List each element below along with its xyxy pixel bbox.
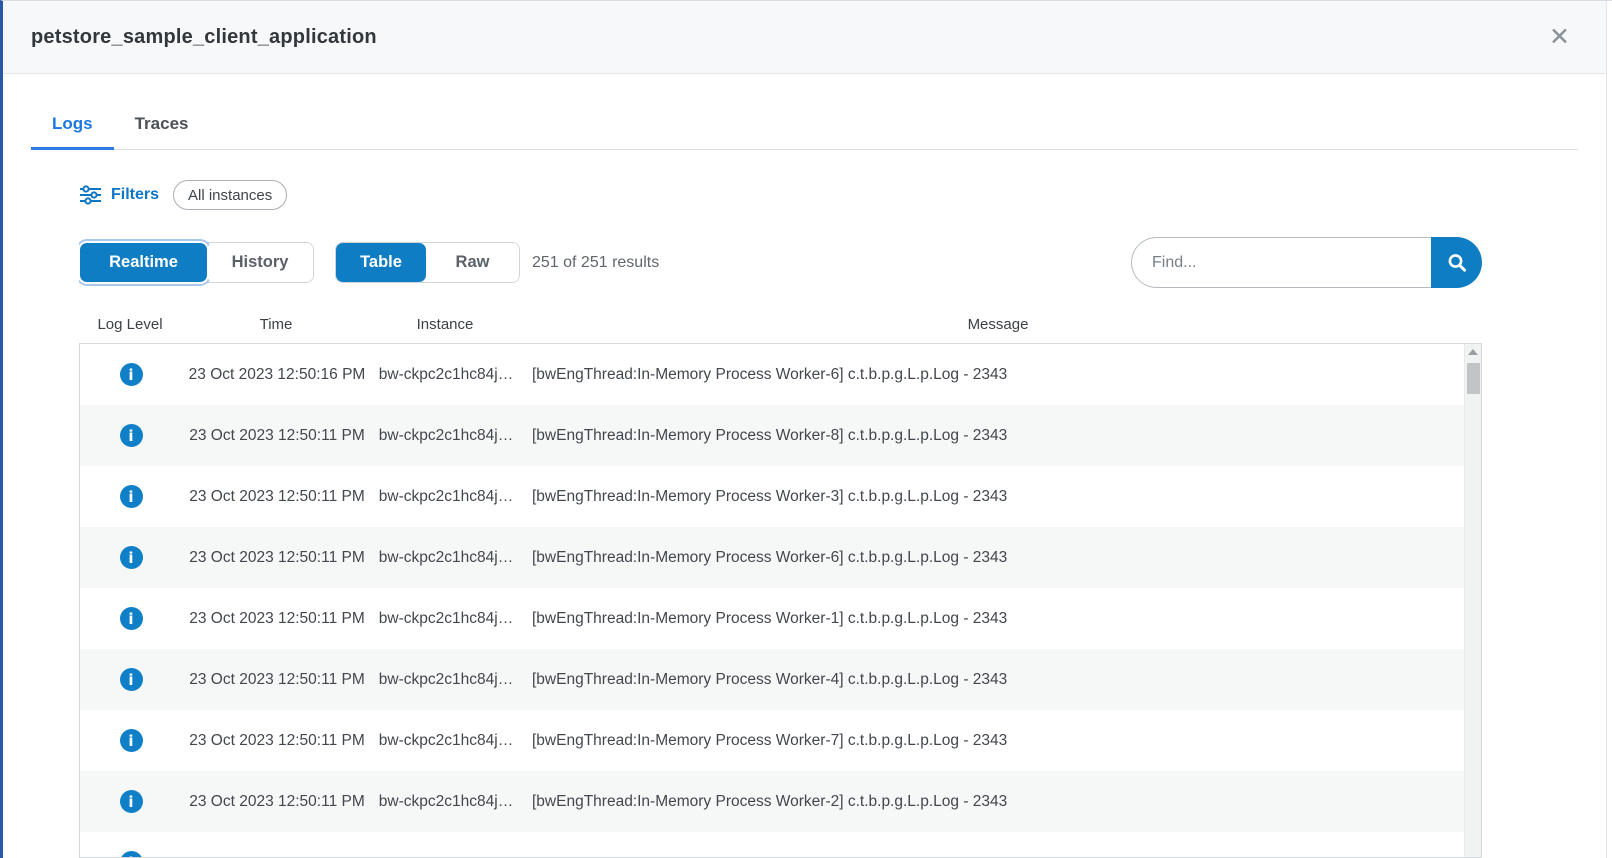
log-level-cell: i	[80, 668, 182, 691]
view-toggle-group: Table Raw	[335, 242, 520, 283]
info-icon: i	[120, 851, 143, 858]
time-cell: 23 Oct 2023 12:50:11 PM	[182, 793, 372, 811]
page-title: petstore_sample_client_application	[31, 26, 377, 49]
sliders-icon	[79, 185, 102, 205]
column-header-time: Time	[181, 316, 371, 333]
message-cell: [bwEngThread:In-Memory Process Worker-6]…	[520, 549, 1464, 567]
table-row[interactable]: i 23 Oct 2023 12:50:11 PMbw-ckpc2c1hc84j……	[80, 771, 1464, 832]
message-cell: [bwEngThread:In-Memory Process Worker-2]…	[520, 793, 1464, 811]
table-row[interactable]: i 23 Oct 2023 12:50:11 PMbw-ckpc2c1hc84j……	[80, 588, 1464, 649]
message-cell: [bwEngThread:In-Memory Process Worker-7]…	[520, 732, 1464, 750]
message-cell: [bwEngThread:In-Memory Process Worker-4]…	[520, 671, 1464, 689]
table-row[interactable]: i 23 Oct 2023 12:50:11 PMbw-ckpc2c1hc84j……	[80, 405, 1464, 466]
log-level-cell: i	[80, 607, 182, 630]
info-icon: i	[120, 485, 143, 508]
raw-button[interactable]: Raw	[426, 243, 519, 282]
scroll-up-icon[interactable]	[1465, 344, 1481, 360]
instance-cell: bw-ckpc2c1hc84j…	[372, 549, 520, 567]
info-icon: i	[120, 668, 143, 691]
log-level-cell: i	[80, 485, 182, 508]
time-cell: 23 Oct 2023 12:50:16 PM	[182, 366, 372, 384]
time-cell: 23 Oct 2023 12:50:11 PM	[182, 427, 372, 445]
filters-row: Filters All instances	[79, 180, 1482, 210]
message-cell: [bwEngThread:In-Memory Process Worker-1]…	[520, 610, 1464, 628]
time-cell: 23 Oct 2023 12:50:11 PM	[182, 671, 372, 689]
search-button[interactable]	[1431, 237, 1482, 288]
all-instances-chip[interactable]: All instances	[173, 180, 287, 210]
log-level-cell: i	[80, 851, 182, 858]
instance-cell: bw-ckpc2c1hc84j…	[372, 427, 520, 445]
filters-button[interactable]: Filters	[79, 185, 159, 205]
column-header-message: Message	[519, 316, 1465, 333]
scrollbar-thumb[interactable]	[1467, 363, 1480, 394]
search-box	[1131, 237, 1482, 288]
results-count: 251 of 251 results	[532, 254, 659, 272]
info-icon: i	[120, 729, 143, 752]
table-row[interactable]: i 23 Oct 2023 12:50:11 PMbw-ckpc2c1hc84j……	[80, 466, 1464, 527]
table-scrollbar[interactable]	[1464, 344, 1481, 857]
log-level-cell: i	[80, 546, 182, 569]
table-header-row: Log Level Time Instance Message	[79, 316, 1482, 333]
instance-cell: bw-ckpc2c1hc84j…	[372, 488, 520, 506]
message-cell: [bwEngThread:In-Memory Process Worker-8]…	[520, 427, 1464, 445]
realtime-button[interactable]: Realtime	[80, 243, 207, 282]
time-cell: 23 Oct 2023 12:50:11 PM	[182, 732, 372, 750]
instance-cell: bw-ckpc2c1hc84j…	[372, 610, 520, 628]
close-icon[interactable]: ✕	[1541, 21, 1578, 54]
controls-row: Realtime History Table Raw 251 of 251 re…	[79, 237, 1482, 288]
instance-cell: bw-ckpc2c1hc84j…	[372, 671, 520, 689]
table-row[interactable]: i 23 Oct 2023 12:50:16 PMbw-ckpc2c1hc84j……	[80, 344, 1464, 405]
message-cell: [bwEngThread:In-Memory Process Worker-3]…	[520, 488, 1464, 506]
info-icon: i	[120, 424, 143, 447]
info-icon: i	[120, 363, 143, 386]
modal-body: Logs Traces	[3, 74, 1606, 858]
table-row[interactable]: i 23 Oct 2023 12:50:11 PMbw-ckpc2c1hc84j……	[80, 649, 1464, 710]
logs-panel: Filters All instances Realtime History T…	[79, 150, 1482, 858]
modal-header: petstore_sample_client_application ✕	[3, 1, 1606, 74]
info-icon: i	[120, 546, 143, 569]
modal: petstore_sample_client_application ✕ Log…	[3, 1, 1607, 858]
time-cell: 23 Oct 2023 12:50:11 PM	[182, 488, 372, 506]
time-cell: 23 Oct 2023 12:50:11 PM	[182, 610, 372, 628]
column-header-instance: Instance	[371, 316, 519, 333]
info-icon: i	[120, 790, 143, 813]
instance-cell: bw-ckpc2c1hc84j…	[372, 366, 520, 384]
table-row[interactable]: i	[80, 832, 1464, 858]
column-header-log-level: Log Level	[79, 316, 181, 333]
instance-cell: bw-ckpc2c1hc84j…	[372, 793, 520, 811]
log-rows: i23 Oct 2023 12:50:16 PMbw-ckpc2c1hc84j……	[80, 344, 1464, 858]
instance-cell: bw-ckpc2c1hc84j…	[372, 732, 520, 750]
info-icon: i	[120, 607, 143, 630]
table-button[interactable]: Table	[336, 243, 426, 282]
search-icon	[1446, 252, 1468, 274]
mode-toggle-group: Realtime History	[79, 242, 314, 283]
filters-label: Filters	[111, 186, 159, 204]
search-input[interactable]	[1131, 237, 1431, 288]
log-level-cell: i	[80, 424, 182, 447]
table-row[interactable]: i 23 Oct 2023 12:50:11 PMbw-ckpc2c1hc84j……	[80, 710, 1464, 771]
log-level-cell: i	[80, 363, 182, 386]
message-cell: [bwEngThread:In-Memory Process Worker-6]…	[520, 366, 1464, 384]
log-level-cell: i	[80, 790, 182, 813]
tab-bar: Logs Traces	[31, 104, 1578, 150]
tab-traces[interactable]: Traces	[114, 104, 210, 150]
log-level-cell: i	[80, 729, 182, 752]
application-log-dialog: petstore_sample_client_application ✕ Log…	[0, 0, 1612, 858]
time-cell: 23 Oct 2023 12:50:11 PM	[182, 549, 372, 567]
table-row[interactable]: i 23 Oct 2023 12:50:11 PMbw-ckpc2c1hc84j……	[80, 527, 1464, 588]
tab-logs[interactable]: Logs	[31, 104, 114, 150]
history-button[interactable]: History	[207, 243, 313, 282]
log-table: i23 Oct 2023 12:50:16 PMbw-ckpc2c1hc84j……	[79, 343, 1482, 858]
